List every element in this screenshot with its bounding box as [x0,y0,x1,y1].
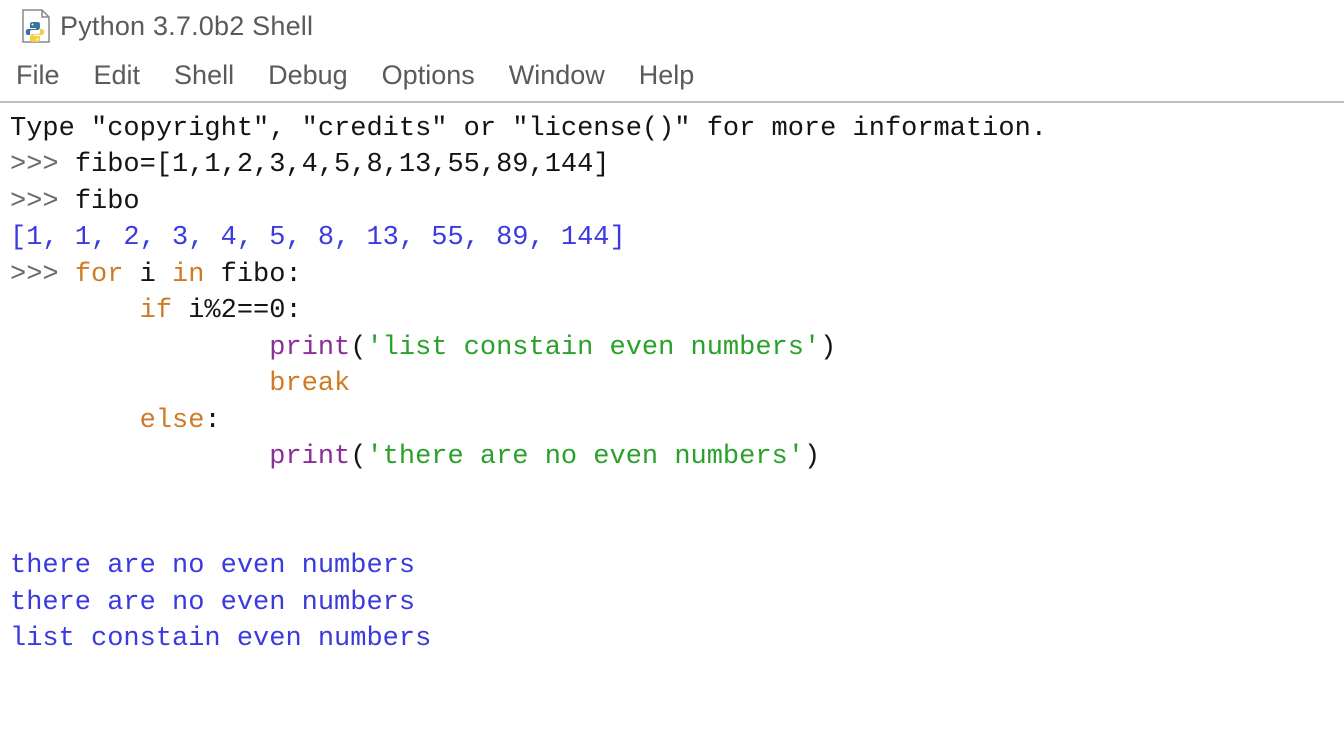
kw-in: in [172,260,204,290]
menu-edit[interactable]: Edit [94,60,141,91]
colon: : [204,406,220,436]
output-line: list constain even numbers [10,624,431,654]
fn-print: print [269,333,350,363]
menu-help[interactable]: Help [639,60,695,91]
titlebar: Python 3.7.0b2 Shell [0,0,1344,48]
code-text: i [123,260,172,290]
paren: ) [820,333,836,363]
kw-break: break [269,369,350,399]
info-line: Type "copyright", "credits" or "license(… [10,114,1047,144]
code-text: i%2==0: [172,296,302,326]
paren: ( [350,442,366,472]
menu-window[interactable]: Window [509,60,605,91]
kw-else: else [140,406,205,436]
string-literal: 'there are no even numbers' [366,442,803,472]
menu-shell[interactable]: Shell [174,60,234,91]
menu-debug[interactable]: Debug [268,60,348,91]
menu-options[interactable]: Options [382,60,475,91]
python-file-icon [18,8,54,44]
prompt: >>> [10,187,75,217]
shell-text-area[interactable]: Type "copyright", "credits" or "license(… [0,101,1344,666]
code-text: fibo: [204,260,301,290]
paren: ( [350,333,366,363]
window-title: Python 3.7.0b2 Shell [60,11,313,42]
menu-file[interactable]: File [16,60,60,91]
paren: ) [804,442,820,472]
string-literal: 'list constain even numbers' [366,333,820,363]
menubar: File Edit Shell Debug Options Window Hel… [0,48,1344,101]
prompt: >>> [10,260,75,290]
prompt: >>> [10,150,75,180]
kw-for: for [75,260,124,290]
fn-print: print [269,442,350,472]
output-line: there are no even numbers [10,551,415,581]
output-line: there are no even numbers [10,588,415,618]
output-list: [1, 1, 2, 3, 4, 5, 8, 13, 55, 89, 144] [10,223,626,253]
input-line-1: fibo=[1,1,2,3,4,5,8,13,55,89,144] [75,150,610,180]
kw-if: if [140,296,172,326]
input-line-2: fibo [75,187,140,217]
